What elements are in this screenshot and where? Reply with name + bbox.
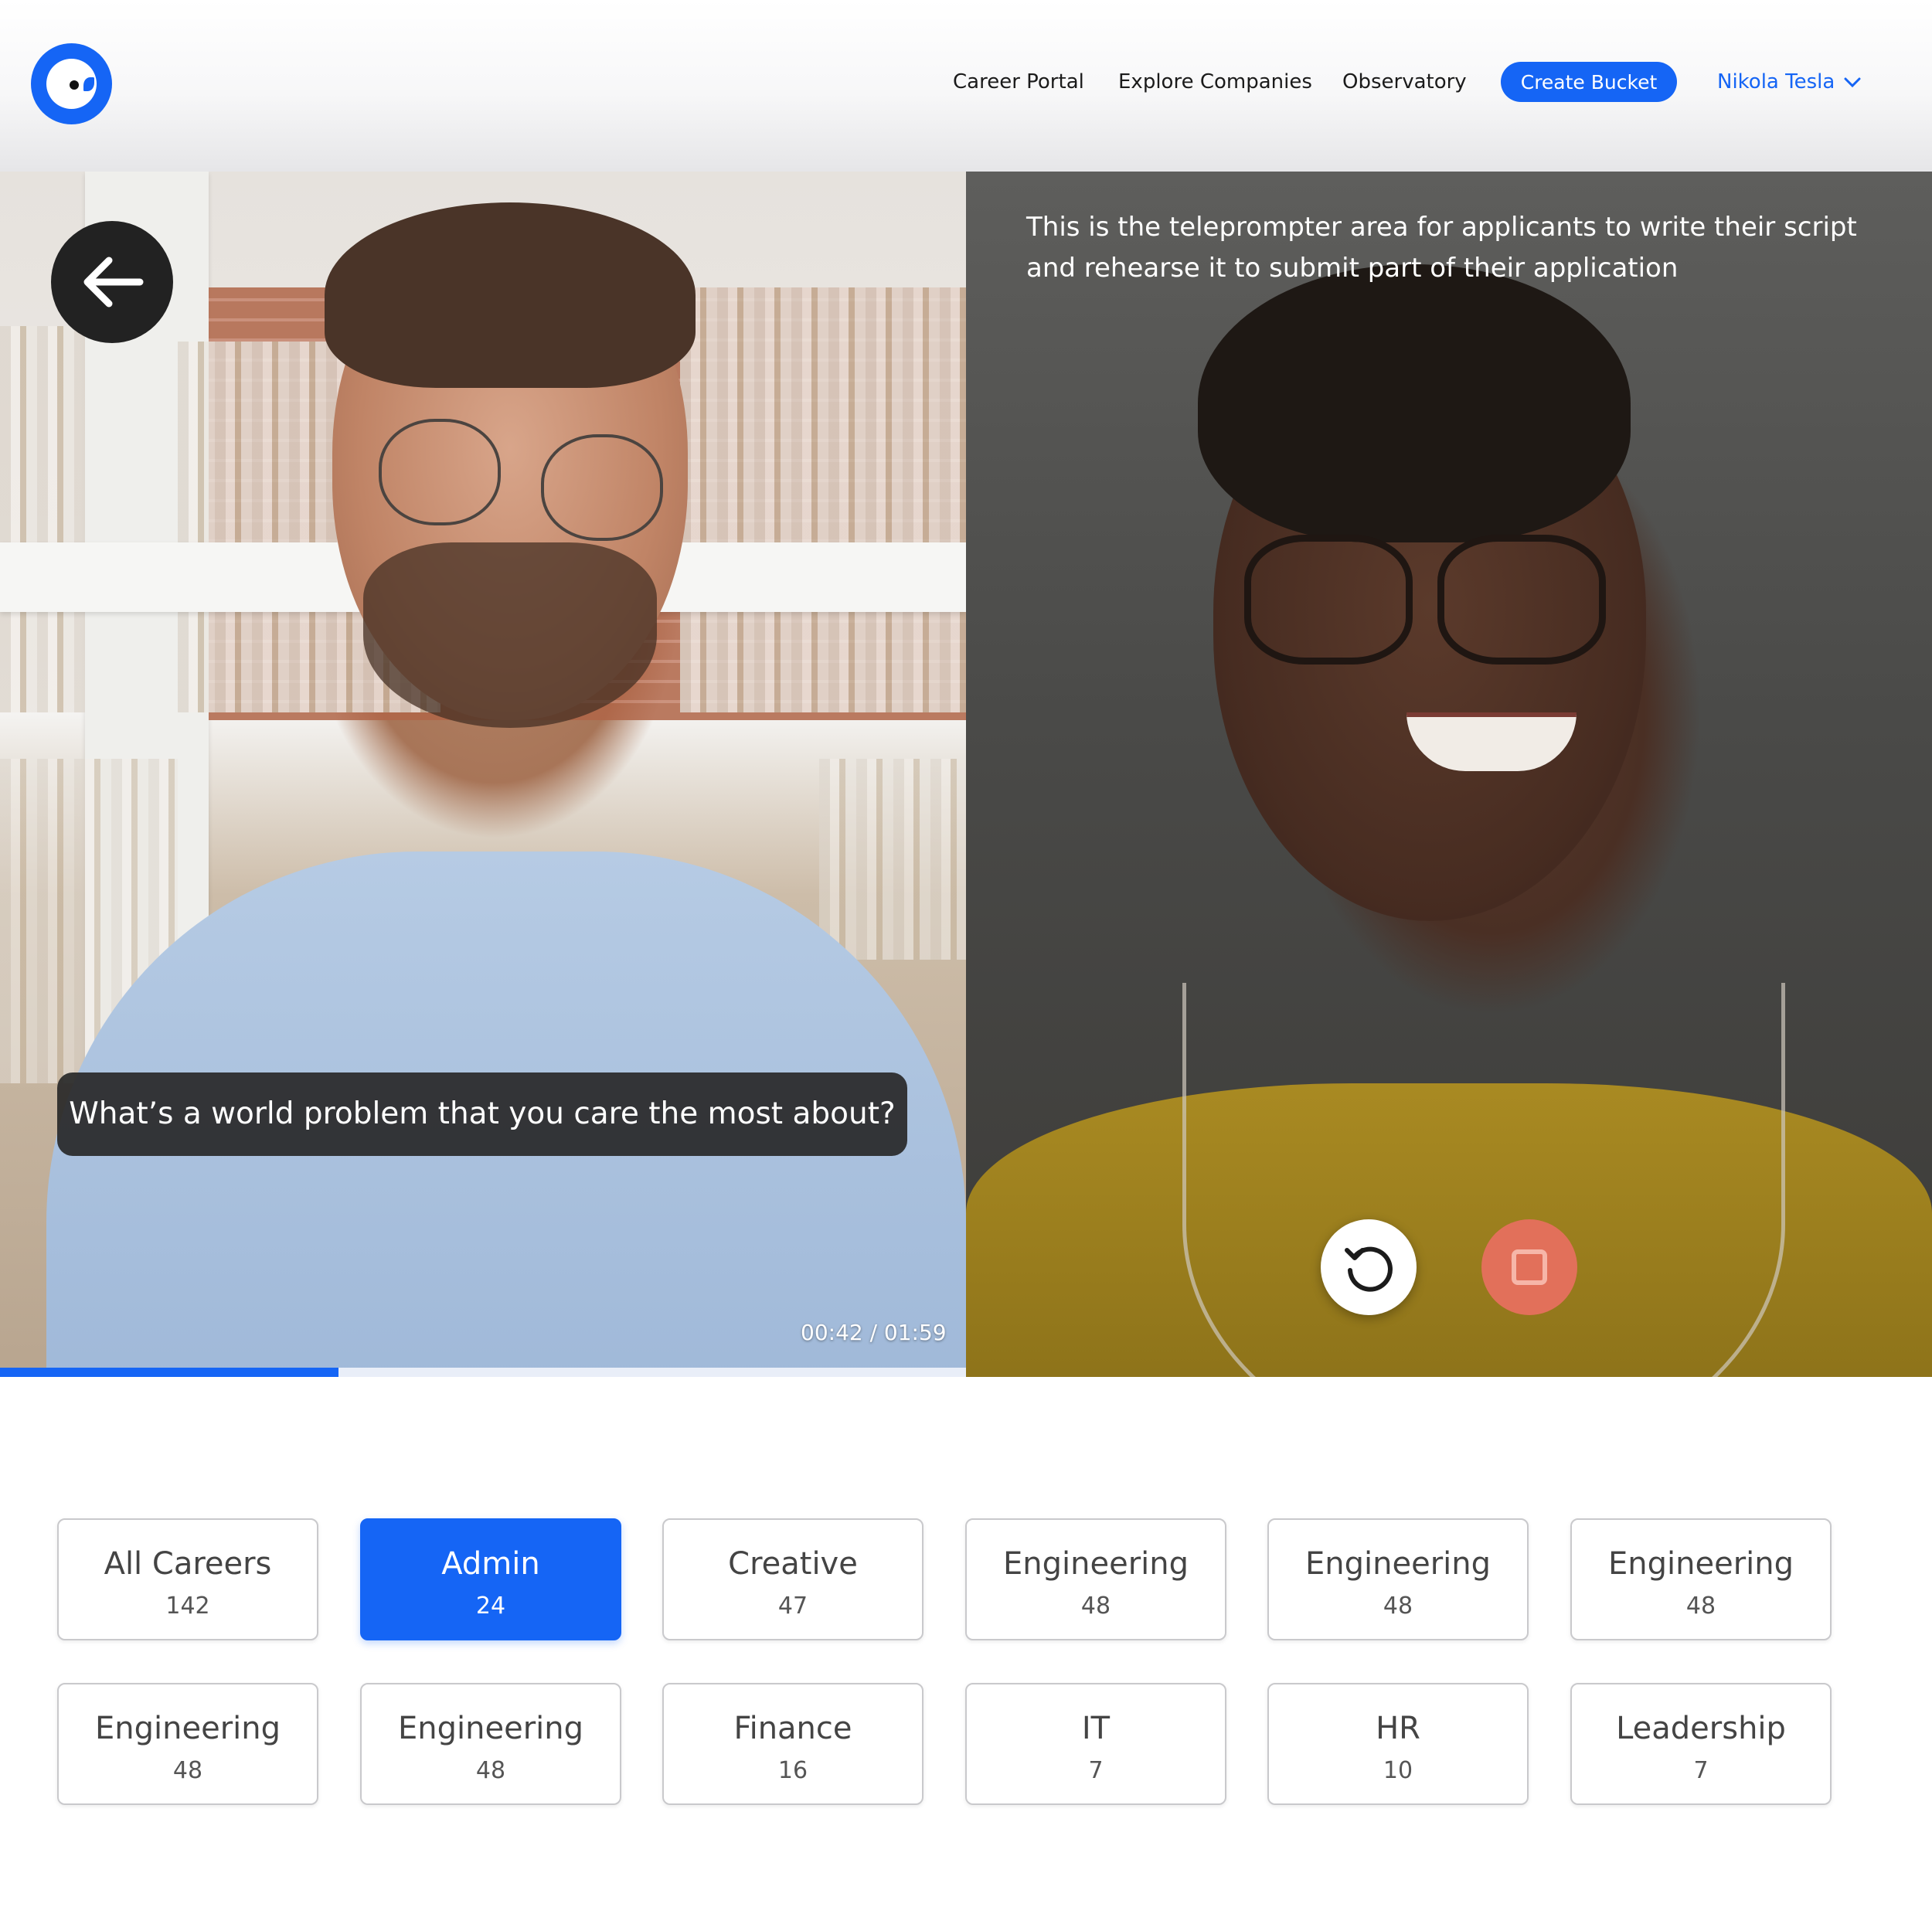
bookshelf-books [0, 326, 85, 712]
interviewer-hair [325, 202, 696, 388]
interviewer-beard [363, 542, 657, 728]
category-card[interactable]: Creative 47 [662, 1518, 923, 1640]
video-progress-bar[interactable] [0, 1368, 966, 1377]
category-label: HR [1376, 1711, 1420, 1746]
video-timecode: 00:42 / 01:59 [801, 1320, 947, 1345]
category-count: 48 [1685, 1593, 1716, 1620]
back-button[interactable] [51, 221, 173, 343]
user-menu[interactable]: Nikola Tesla [1717, 62, 1861, 102]
nav-observatory[interactable]: Observatory [1342, 62, 1467, 102]
category-count: 16 [777, 1757, 808, 1784]
nav-career-portal[interactable]: Career Portal [953, 62, 1084, 102]
category-card[interactable]: HR 10 [1267, 1683, 1529, 1805]
category-label: Creative [728, 1546, 858, 1582]
applicant-glasses-right [1437, 535, 1606, 665]
category-label: Leadership [1616, 1711, 1786, 1746]
teleprompter-text[interactable]: This is the teleprompter area for applic… [1026, 207, 1892, 289]
category-label: Engineering [1608, 1546, 1794, 1582]
applicant-glasses-left [1244, 535, 1413, 665]
bookshelf-books [680, 287, 966, 712]
category-card[interactable]: Engineering 48 [965, 1518, 1226, 1640]
category-label: Engineering [95, 1711, 281, 1746]
category-label: Engineering [1305, 1546, 1491, 1582]
category-label: Finance [733, 1711, 852, 1746]
applicant-hair [1198, 264, 1631, 542]
category-card[interactable]: All Careers 142 [57, 1518, 318, 1640]
replay-button[interactable] [1321, 1219, 1417, 1315]
stop-record-button[interactable] [1481, 1219, 1577, 1315]
applicant-camera[interactable] [966, 172, 1932, 1377]
category-card[interactable]: IT 7 [965, 1683, 1226, 1805]
category-count: 48 [475, 1757, 506, 1784]
category-label: Admin [441, 1546, 540, 1582]
category-label: Engineering [1003, 1546, 1189, 1582]
category-count: 48 [1383, 1593, 1413, 1620]
category-count: 24 [475, 1593, 506, 1620]
top-header: Career Portal Explore Companies Observat… [0, 0, 1932, 172]
category-count: 47 [777, 1593, 808, 1620]
category-card[interactable]: Engineering 48 [360, 1683, 621, 1805]
create-bucket-button[interactable]: Create Bucket [1501, 62, 1677, 102]
chevron-down-icon [1844, 77, 1861, 87]
category-label: All Careers [104, 1546, 272, 1582]
replay-icon [1345, 1246, 1393, 1292]
category-count: 10 [1383, 1757, 1413, 1784]
interviewer-video[interactable] [0, 172, 966, 1377]
category-count: 7 [1088, 1757, 1104, 1784]
category-card[interactable]: Finance 16 [662, 1683, 923, 1805]
bookshelf-books [819, 759, 966, 960]
category-card[interactable]: Engineering 48 [1267, 1518, 1529, 1640]
user-name: Nikola Tesla [1717, 70, 1835, 93]
category-card[interactable]: Admin 24 [360, 1518, 621, 1640]
video-progress-fill [0, 1368, 338, 1377]
category-count: 7 [1693, 1757, 1709, 1784]
applicant-necklace [1182, 983, 1785, 1377]
category-count: 142 [165, 1593, 210, 1620]
category-count: 48 [1080, 1593, 1111, 1620]
arrow-left-icon [83, 257, 144, 308]
category-card[interactable]: Leadership 7 [1570, 1683, 1832, 1805]
category-label: IT [1081, 1711, 1111, 1746]
category-card[interactable]: Engineering 48 [1570, 1518, 1832, 1640]
interview-question: What’s a world problem that you care the… [57, 1072, 907, 1156]
nav-explore-companies[interactable]: Explore Companies [1118, 62, 1312, 102]
interviewer-glasses-right [541, 434, 663, 541]
category-label: Engineering [398, 1711, 583, 1746]
category-count: 48 [172, 1757, 203, 1784]
stop-record-icon [1512, 1249, 1547, 1285]
category-card[interactable]: Engineering 48 [57, 1683, 318, 1805]
interviewer-glasses-left [379, 419, 501, 525]
